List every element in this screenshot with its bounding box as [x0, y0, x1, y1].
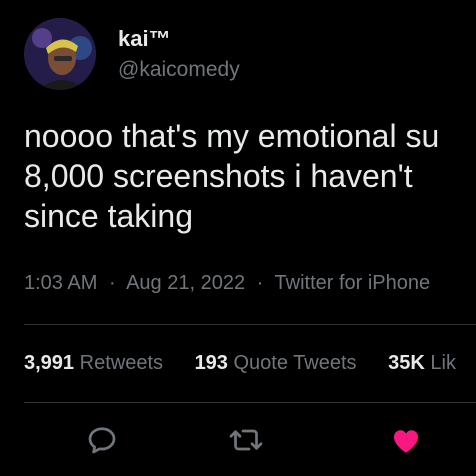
retweet-arrows-icon [229, 429, 263, 451]
tweet-detail: kai™ @kaicomedy noooo that's my emotiona… [0, 0, 476, 476]
engagement-stats-viewport: 3,991 Retweets 193 Quote Tweets 35K Lik [0, 340, 476, 380]
likes-count: 35K [388, 352, 425, 374]
retweets-count: 3,991 [24, 352, 75, 374]
heart-filled-icon [394, 430, 418, 453]
tweet-date[interactable]: Aug 21, 2022 [126, 272, 245, 294]
retweet-button[interactable] [228, 422, 264, 458]
like-button[interactable] [388, 422, 424, 458]
engagement-stats: 3,991 Retweets 193 Quote Tweets 35K Lik [24, 352, 476, 375]
quote-tweets-label: Quote Tweets [233, 352, 357, 374]
meta-separator: · [108, 272, 116, 294]
tweet-text-viewport: noooo that's my emotional su 8,000 scree… [0, 0, 476, 260]
action-bar [0, 418, 476, 462]
divider [24, 402, 476, 403]
retweets-label: Retweets [79, 352, 163, 374]
divider [24, 324, 476, 325]
reply-button[interactable] [84, 422, 120, 458]
quote-tweets-count: 193 [194, 352, 228, 374]
tweet-source[interactable]: Twitter for iPhone [275, 272, 431, 294]
likes-stat[interactable]: 35K Lik [388, 352, 456, 374]
quote-tweets-stat[interactable]: 193 Quote Tweets [195, 352, 357, 374]
tweet-time[interactable]: 1:03 AM [24, 272, 97, 294]
reply-bubble-icon [88, 427, 116, 454]
tweet-meta: 1:03 AM · Aug 21, 2022 · Twitter for iPh… [24, 272, 430, 295]
meta-separator: · [256, 272, 264, 294]
likes-label: Lik [430, 352, 456, 374]
tweet-text: noooo that's my emotional su 8,000 scree… [24, 118, 440, 234]
retweets-stat[interactable]: 3,991 Retweets [24, 352, 163, 374]
